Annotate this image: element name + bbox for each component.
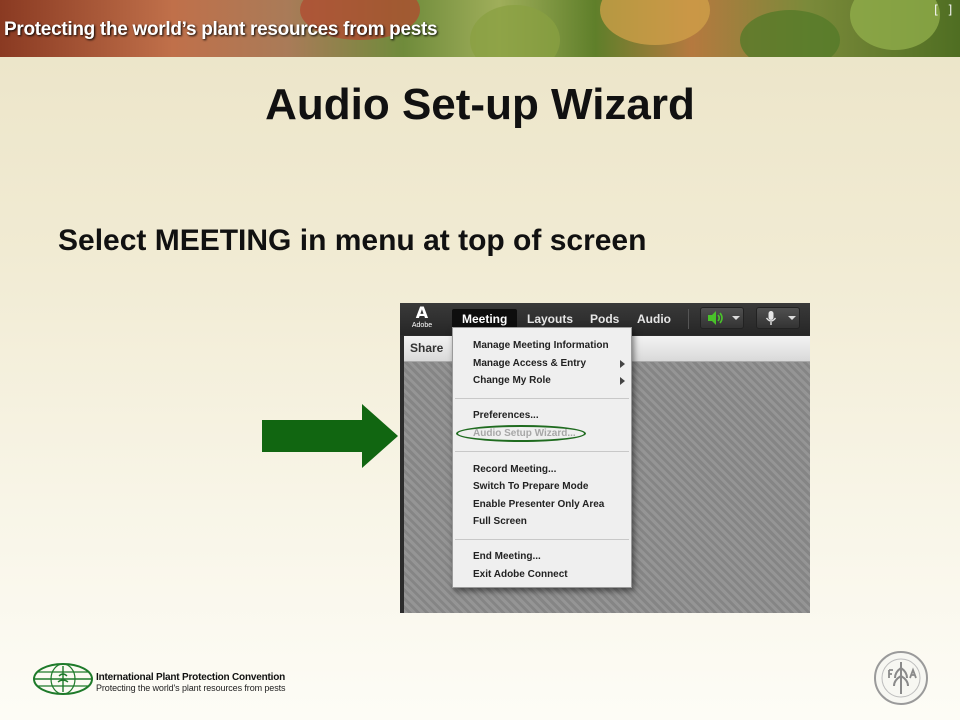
menu-audio[interactable]: Audio — [627, 309, 681, 329]
menu-divider — [455, 451, 629, 452]
microphone-icon — [765, 311, 777, 325]
menu-item-manage-access-entry[interactable]: Manage Access & Entry — [473, 356, 586, 372]
menu-item-record-meeting[interactable]: Record Meeting... — [473, 462, 556, 478]
speaker-icon — [708, 311, 723, 325]
microphone-button[interactable] — [756, 307, 800, 329]
ippc-globe-logo — [33, 663, 93, 695]
banner-decoration — [470, 5, 560, 57]
meeting-menu-dropdown: Manage Meeting Information Manage Access… — [452, 327, 632, 588]
submenu-arrow-icon — [620, 360, 625, 368]
share-pod-title: Share — [410, 341, 444, 355]
adobe-connect-screenshot: A Adobe Meeting Layouts Pods Audio Share… — [400, 303, 810, 613]
chevron-down-icon — [732, 316, 740, 320]
banner-title: Protecting the world’s plant resources f… — [4, 19, 438, 40]
menu-item-end-meeting[interactable]: End Meeting... — [473, 549, 541, 565]
speaker-button[interactable] — [700, 307, 744, 329]
menu-divider — [455, 398, 629, 399]
menu-layouts[interactable]: Layouts — [517, 309, 583, 329]
banner-decoration — [600, 0, 710, 45]
menu-meeting[interactable]: Meeting — [452, 309, 518, 329]
header-banner: Protecting the world’s plant resources f… — [0, 0, 960, 57]
highlight-ring — [456, 425, 586, 442]
fao-logo — [874, 651, 928, 705]
footer-org-name: International Plant Protection Conventio… — [96, 672, 286, 683]
arrow-right-icon — [262, 404, 398, 468]
fullscreen-icon[interactable]: [ ] — [932, 3, 954, 17]
banner-decoration — [740, 10, 840, 57]
slide-title: Audio Set-up Wizard — [265, 80, 695, 129]
footer-org-tagline: Protecting the world's plant resources f… — [96, 683, 286, 693]
chevron-down-icon — [788, 316, 796, 320]
adobe-logo: A Adobe — [411, 303, 433, 330]
menu-divider — [455, 539, 629, 540]
menu-pods[interactable]: Pods — [580, 309, 629, 329]
banner-decoration — [850, 0, 940, 50]
menu-item-exit-adobe-connect[interactable]: Exit Adobe Connect — [473, 567, 568, 583]
menu-item-enable-presenter-only-area[interactable]: Enable Presenter Only Area — [473, 497, 604, 513]
menu-item-preferences[interactable]: Preferences... — [473, 408, 539, 424]
submenu-arrow-icon — [620, 377, 625, 385]
menu-separator — [688, 309, 689, 329]
menu-item-switch-to-prepare-mode[interactable]: Switch To Prepare Mode — [473, 479, 588, 495]
instruction-text: Select MEETING in menu at top of screen — [58, 224, 647, 257]
menu-item-manage-meeting-information[interactable]: Manage Meeting Information — [473, 338, 609, 354]
menu-item-change-my-role[interactable]: Change My Role — [473, 373, 551, 389]
menu-item-full-screen[interactable]: Full Screen — [473, 514, 527, 530]
